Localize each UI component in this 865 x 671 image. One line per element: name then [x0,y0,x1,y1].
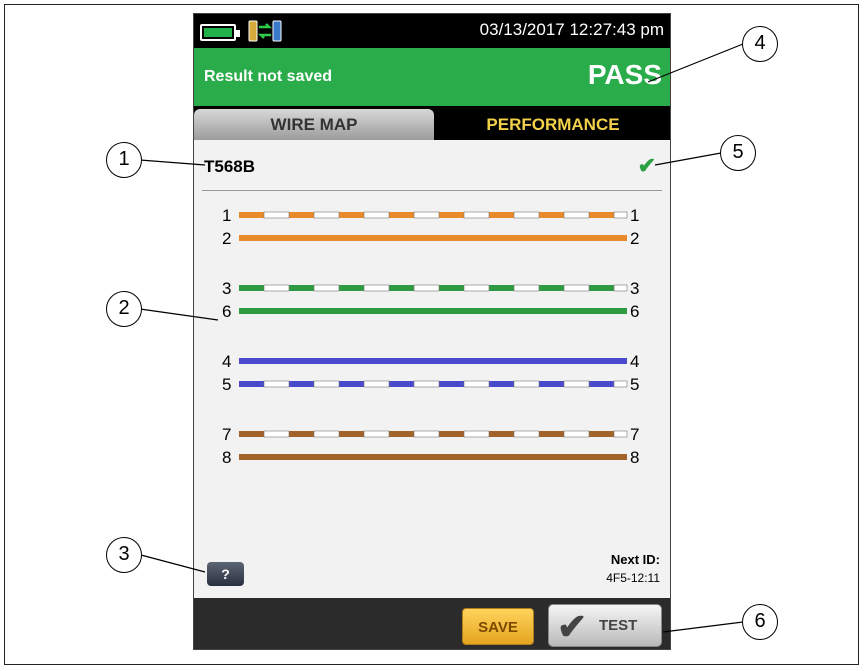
callout-2: 2 [106,291,142,327]
callout-5: 5 [720,135,756,171]
callout-4: 4 [742,26,778,62]
callout-6: 6 [742,604,778,640]
callout-1: 1 [106,142,142,178]
callout-3: 3 [106,537,142,573]
